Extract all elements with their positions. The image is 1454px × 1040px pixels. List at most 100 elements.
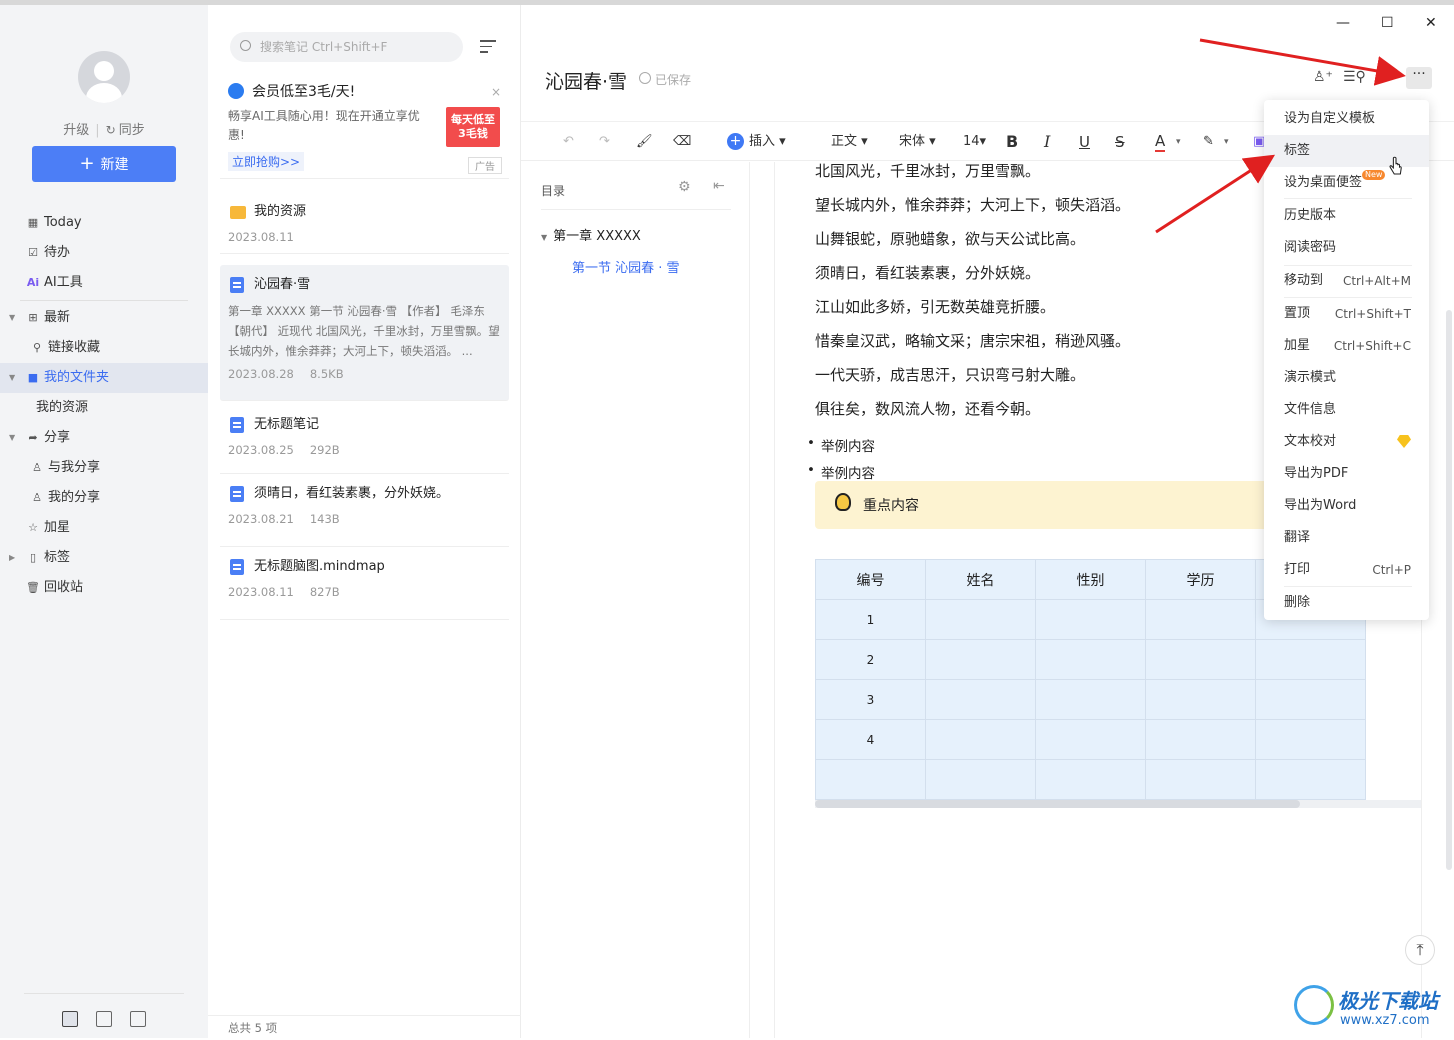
format-painter-icon[interactable]: 🖌 xyxy=(636,132,653,152)
collaborate-icon[interactable]: ♙⁺ xyxy=(1313,69,1333,85)
page-title[interactable]: 沁园春·雪 xyxy=(545,67,627,94)
list-item[interactable]: 我的资源 2023.08.11 xyxy=(220,192,509,254)
sidebar-item-link-favorites[interactable]: ⚲ 链接收藏 xyxy=(0,333,208,363)
undo-icon[interactable]: ↶ xyxy=(563,132,574,152)
chevron-down-icon[interactable]: ▾ xyxy=(1224,132,1229,152)
expand-arrow-icon[interactable]: ▼ xyxy=(9,423,15,453)
table-cell[interactable] xyxy=(1145,599,1256,640)
sidebar-item-tags[interactable]: ▶ ▯ 标签 xyxy=(0,543,208,573)
paragraph-style-dropdown[interactable]: 正文 ▾ xyxy=(831,132,868,152)
table-cell[interactable] xyxy=(1035,759,1146,800)
list-item[interactable]: 无标题脑图.mindmap 2023.08.11 827B xyxy=(220,547,509,620)
menu-item-move-to[interactable]: 移动到 Ctrl+Alt+M xyxy=(1264,265,1429,297)
table-cell[interactable] xyxy=(1255,639,1366,680)
menu-item-history[interactable]: 历史版本 xyxy=(1264,200,1429,232)
sort-icon[interactable] xyxy=(480,40,496,54)
bold-button[interactable]: B xyxy=(1006,132,1018,152)
minimize-icon[interactable]: — xyxy=(1336,15,1350,31)
sidebar-item-share[interactable]: ▼ ➦ 分享 xyxy=(0,423,208,453)
expand-arrow-icon[interactable]: ▶ xyxy=(9,543,15,573)
font-family-dropdown[interactable]: 宋体 ▾ xyxy=(899,132,936,152)
sidebar-item-my-folder[interactable]: ▼ ■ 我的文件夹 xyxy=(0,363,208,393)
sidebar-item-today[interactable]: ▦ Today xyxy=(0,208,208,238)
sidebar-item-todo[interactable]: ☑ 待办 xyxy=(0,238,208,268)
mindmap-view-icon[interactable]: ⛶ xyxy=(1377,69,1387,85)
menu-item-set-custom-template[interactable]: 设为自定义模板 xyxy=(1264,103,1429,135)
close-icon[interactable]: × xyxy=(491,85,501,99)
table-header-cell[interactable]: 性别 xyxy=(1035,559,1146,600)
table-cell[interactable] xyxy=(815,759,926,800)
italic-button[interactable]: I xyxy=(1044,132,1050,152)
menu-item-proofread[interactable]: 文本校对 xyxy=(1264,426,1429,458)
table-cell[interactable] xyxy=(1035,679,1146,720)
ad-buy-link[interactable]: 立即抢购>> xyxy=(228,152,305,171)
maximize-icon[interactable]: ☐ xyxy=(1381,15,1394,31)
table-cell[interactable] xyxy=(1035,599,1146,640)
sidebar-item-my-shares[interactable]: ♙ 我的分享 xyxy=(0,483,208,513)
table-cell[interactable]: 2 xyxy=(815,639,926,680)
table-cell[interactable] xyxy=(1145,759,1256,800)
eraser-icon[interactable]: ⌫ xyxy=(673,132,691,152)
menu-item-tags[interactable]: 标签 xyxy=(1264,135,1429,167)
table-cell[interactable] xyxy=(925,679,1036,720)
table-cell[interactable] xyxy=(1255,759,1366,800)
sidebar-item-trash[interactable]: 🗑 回收站 xyxy=(0,573,208,603)
outline-item-chapter[interactable]: ▼ 第一章 XXXXX xyxy=(541,225,641,244)
new-note-button[interactable]: + 新建 xyxy=(32,146,176,182)
table-cell[interactable]: 1 xyxy=(815,599,926,640)
table-cell[interactable] xyxy=(1145,639,1256,680)
sidebar-item-ai-tools[interactable]: Ai AI工具 xyxy=(0,268,208,298)
avatar[interactable] xyxy=(78,51,130,103)
menu-item-desktop-sticky[interactable]: 设为桌面便签 New xyxy=(1264,167,1429,199)
sidebar-item-recent[interactable]: ▼ ⊞ 最新 xyxy=(0,303,208,333)
strikethrough-button[interactable]: S xyxy=(1115,132,1125,152)
single-column-layout-icon[interactable] xyxy=(130,1011,146,1027)
list-item[interactable]: 无标题笔记 2023.08.25 292B xyxy=(220,401,509,474)
back-to-top-button[interactable]: ⤒ xyxy=(1405,935,1435,965)
list-item[interactable]: 须晴日，看红装素裹，分外妖娆。 2023.08.21 143B xyxy=(220,474,509,547)
ad-banner[interactable]: 会员低至3毛/天! × 畅享AI工具随心用！现在开通立享优惠! 立即抢购>> 每… xyxy=(228,79,509,179)
expand-arrow-icon[interactable]: ▼ xyxy=(9,303,15,333)
menu-item-translate[interactable]: 翻译 xyxy=(1264,522,1429,554)
sync-link[interactable]: 同步 xyxy=(119,119,145,138)
menu-item-export-word[interactable]: 导出为Word xyxy=(1264,490,1429,522)
list-item[interactable]: 沁园春·雪 第一章 XXXXX 第一节 沁园春·雪 【作者】 毛泽东 【朝代】 … xyxy=(220,265,509,401)
table-cell[interactable] xyxy=(1255,679,1366,720)
menu-item-presentation[interactable]: 演示模式 xyxy=(1264,362,1429,394)
underline-button[interactable]: U xyxy=(1079,132,1090,152)
expand-arrow-icon[interactable]: ▼ xyxy=(9,363,15,393)
table-scrollbar[interactable] xyxy=(815,800,1300,808)
table-header-cell[interactable]: 姓名 xyxy=(925,559,1036,600)
redo-icon[interactable]: ↷ xyxy=(599,132,610,152)
table-cell[interactable] xyxy=(925,639,1036,680)
menu-item-file-info[interactable]: 文件信息 xyxy=(1264,394,1429,426)
highlight-icon[interactable]: ✎ xyxy=(1203,132,1214,152)
menu-item-delete[interactable]: 删除 xyxy=(1264,587,1429,619)
settings-icon[interactable]: ⚙ xyxy=(678,179,691,195)
chevron-down-icon[interactable]: ▾ xyxy=(1176,132,1181,152)
expand-arrow-icon[interactable]: ▼ xyxy=(541,233,547,242)
font-size-dropdown[interactable]: 14▾ xyxy=(963,132,986,152)
more-options-button[interactable]: ··· xyxy=(1406,67,1432,89)
three-column-layout-icon[interactable] xyxy=(62,1011,78,1027)
sidebar-item-my-resources[interactable]: 我的资源 xyxy=(0,393,208,423)
font-color-button[interactable]: A xyxy=(1155,132,1166,152)
table-cell[interactable]: 4 xyxy=(815,719,926,760)
table-cell[interactable] xyxy=(925,719,1036,760)
table-cell[interactable] xyxy=(1035,639,1146,680)
vertical-scrollbar[interactable] xyxy=(1446,310,1452,870)
close-icon[interactable]: ✕ xyxy=(1425,15,1437,31)
table-cell[interactable] xyxy=(1035,719,1146,760)
upgrade-link[interactable]: 升级 xyxy=(63,119,89,138)
table-cell[interactable] xyxy=(925,599,1036,640)
menu-item-read-password[interactable]: 阅读密码 xyxy=(1264,232,1429,264)
table-cell[interactable] xyxy=(1145,679,1256,720)
table-cell[interactable]: 3 xyxy=(815,679,926,720)
table-header-cell[interactable]: 学历 xyxy=(1145,559,1256,600)
ad-image[interactable]: 每天低至 3毛钱 xyxy=(446,107,500,147)
collapse-panel-icon[interactable]: ⇤ xyxy=(713,178,725,194)
table-header-cell[interactable]: 编号 xyxy=(815,559,926,600)
menu-item-pin[interactable]: 置顶 Ctrl+Shift+T xyxy=(1264,298,1429,330)
sidebar-item-shared-with-me[interactable]: ♙ 与我分享 xyxy=(0,453,208,483)
menu-item-print[interactable]: 打印 Ctrl+P xyxy=(1264,554,1429,586)
